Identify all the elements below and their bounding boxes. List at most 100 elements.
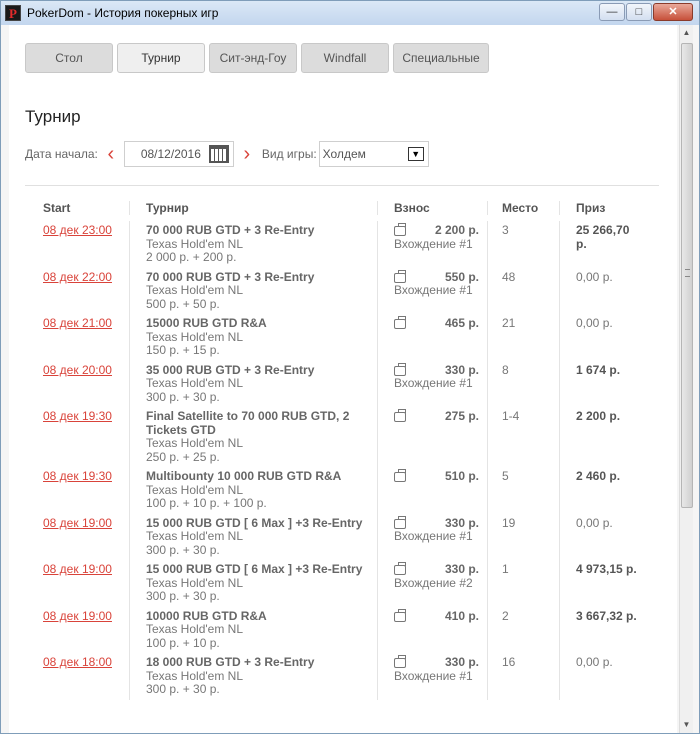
row-prize-cell: 1 674 р.: [559, 360, 643, 407]
table-row[interactable]: 08 дек 18:00 18 000 RUB GTD + 3 Re-Entry T…: [33, 653, 643, 700]
table-row[interactable]: 08 дек 22:00 70 000 RUB GTD + 3 Re-Entry T…: [33, 267, 643, 314]
entry-number: Вхождение #1: [394, 236, 473, 251]
table-body: 08 дек 23:00 70 000 RUB GTD + 3 Re-Entry T…: [33, 221, 643, 700]
wallet-icon: [394, 316, 406, 329]
header-place[interactable]: Место: [487, 201, 559, 215]
game-variant: Texas Hold'em NL: [146, 236, 243, 251]
start-time-link[interactable]: 08 дек 18:00: [43, 655, 112, 669]
page-title: Турнир: [25, 107, 81, 126]
wallet-icon: [394, 409, 406, 422]
minimize-icon[interactable]: —: [599, 3, 625, 21]
fee-amount: 330 р.: [444, 515, 479, 530]
header-name[interactable]: Турнир: [129, 201, 377, 215]
table-row[interactable]: 08 дек 20:00 35 000 RUB GTD + 3 Re-Entry T…: [33, 360, 643, 407]
prize-value: 2 200 р.: [576, 409, 621, 423]
scroll-up-icon[interactable]: ▲: [680, 25, 693, 41]
fee-amount: 410 р.: [444, 608, 479, 623]
row-prize-cell: 0,00 р.: [559, 314, 643, 361]
tournament-name: 70 000 RUB GTD + 3 Re-Entry: [146, 269, 315, 284]
start-time-link[interactable]: 08 дек 19:30: [43, 469, 112, 483]
prize-value: 25 266,70 р.: [576, 223, 630, 251]
game-type-select[interactable]: Холдем ▼: [318, 141, 429, 167]
row-place-cell: 8: [487, 360, 559, 407]
table-row[interactable]: 08 дек 19:00 10000 RUB GTD R&A Texas Hold'…: [33, 606, 643, 654]
table-row[interactable]: 08 дек 19:30 Multibounty 10 000 RUB GTD R…: [33, 467, 643, 514]
chevron-left-icon[interactable]: ‹: [102, 143, 120, 166]
tab-4[interactable]: Специальные: [393, 43, 489, 73]
chevron-right-icon[interactable]: ›: [238, 143, 256, 166]
row-place-cell: 5: [487, 467, 559, 514]
scroll-thumb[interactable]: [681, 43, 693, 508]
buyin-breakdown: 100 р. + 10 р.: [146, 635, 220, 650]
date-input[interactable]: 08/12/2016: [123, 141, 234, 167]
close-icon[interactable]: ✕: [653, 3, 693, 21]
row-name-cell: Multibounty 10 000 RUB GTD R&A Texas Hold…: [129, 467, 377, 514]
buyin-breakdown: 300 р. + 30 р.: [146, 589, 220, 603]
row-prize-cell: 3 667,32 р.: [559, 606, 643, 653]
prize-value: 3 667,32 р.: [576, 608, 637, 623]
tab-0[interactable]: Стол: [25, 43, 113, 73]
entry-number: Вхождение #1: [394, 376, 473, 390]
row-fee-cell: 330 р. Вхождение #1: [377, 360, 487, 407]
row-fee-cell: 410 р.: [377, 606, 487, 653]
row-name-cell: 15000 RUB GTD R&A Texas Hold'em NL 150 р. …: [129, 314, 377, 361]
maximize-icon[interactable]: □: [626, 3, 652, 21]
place-value: 16: [502, 655, 516, 669]
entry-number: Вхождение #1: [394, 283, 473, 297]
row-place-cell: 16: [487, 653, 559, 700]
tab-1[interactable]: Турнир: [117, 43, 205, 73]
tournament-name: Multibounty 10 000 RUB GTD R&A: [146, 469, 342, 483]
row-name-cell: 70 000 RUB GTD + 3 Re-Entry Texas Hold'em…: [129, 267, 377, 314]
tab-3[interactable]: Windfall: [301, 43, 389, 73]
row-name-cell: 10000 RUB GTD R&A Texas Hold'em NL 100 р. …: [129, 606, 377, 653]
calendar-icon[interactable]: [208, 145, 229, 163]
header-start[interactable]: Start: [33, 201, 129, 215]
row-fee-cell: 2 200 р. Вхождение #1: [377, 221, 487, 268]
row-name-cell: 15 000 RUB GTD [ 6 Max ] +3 Re-Entry Texa…: [129, 513, 377, 560]
table-row[interactable]: 08 дек 23:00 70 000 RUB GTD + 3 Re-Entry T…: [33, 221, 643, 268]
row-prize-cell: 0,00 р.: [559, 267, 643, 314]
row-fee-cell: 550 р. Вхождение #1: [377, 267, 487, 314]
place-value: 48: [502, 269, 516, 284]
buyin-breakdown: 500 р. + 50 р.: [146, 296, 220, 311]
window-title: PokerDom - История покерных игр: [27, 6, 219, 20]
tournament-name: Final Satellite to 70 000 RUB GTD, 2 Tic…: [146, 409, 350, 437]
start-time-link[interactable]: 08 дек 21:00: [43, 316, 112, 330]
place-value: 19: [502, 515, 516, 530]
row-fee-cell: 330 р. Вхождение #1: [377, 653, 487, 700]
header-prize[interactable]: Приз: [559, 201, 643, 215]
pokerdom-logo-icon: P: [5, 5, 21, 21]
wallet-icon: [394, 608, 406, 622]
table-row[interactable]: 08 дек 19:30 Final Satellite to 70 000 RU…: [33, 407, 643, 467]
game-variant: Texas Hold'em NL: [146, 622, 243, 636]
place-value: 5: [502, 469, 509, 483]
table-row[interactable]: 08 дек 21:00 15000 RUB GTD R&A Texas Hold'…: [33, 314, 643, 361]
table-row[interactable]: 08 дек 19:00 15 000 RUB GTD [ 6 Max ] +3 …: [33, 513, 643, 560]
row-place-cell: 3: [487, 221, 559, 268]
vertical-scrollbar[interactable]: ▲ ▼: [679, 25, 693, 733]
scroll-down-icon[interactable]: ▼: [680, 717, 693, 733]
wallet-icon: [394, 515, 406, 529]
header-fee[interactable]: Взнос: [377, 201, 487, 215]
start-time-link[interactable]: 08 дек 20:00: [43, 363, 112, 377]
place-value: 21: [502, 316, 516, 330]
chevron-down-icon[interactable]: ▼: [407, 147, 424, 161]
start-time-link[interactable]: 08 дек 22:00: [43, 270, 112, 284]
tournament-name: 15 000 RUB GTD [ 6 Max ] +3 Re-Entry: [146, 562, 363, 576]
row-prize-cell: 25 266,70 р.: [559, 221, 643, 268]
start-time-link[interactable]: 08 дек 19:00: [43, 516, 112, 530]
game-variant: Texas Hold'em NL: [146, 668, 243, 683]
title-bar[interactable]: P PokerDom - История покерных игр — □ ✕: [1, 1, 699, 25]
table-row[interactable]: 08 дек 19:00 15 000 RUB GTD [ 6 Max ] +3 …: [33, 560, 643, 607]
start-time-link[interactable]: 08 дек 19:30: [43, 409, 112, 423]
start-time-link[interactable]: 08 дек 19:00: [43, 562, 112, 576]
buyin-breakdown: 300 р. + 30 р.: [146, 389, 220, 404]
tab-2[interactable]: Сит-энд-Гоу: [209, 43, 297, 73]
fee-amount: 465 р.: [444, 316, 479, 330]
fee-amount: 550 р.: [444, 269, 479, 284]
start-time-link[interactable]: 08 дек 23:00: [43, 223, 112, 237]
entry-number: Вхождение #1: [394, 529, 473, 543]
row-start-cell: 08 дек 19:00: [33, 607, 129, 654]
start-time-link[interactable]: 08 дек 19:00: [43, 609, 112, 623]
row-place-cell: 2: [487, 606, 559, 653]
